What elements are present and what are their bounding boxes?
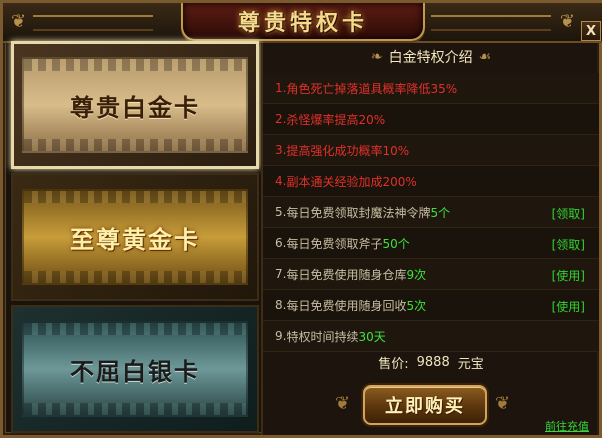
card-gold-label: 至尊黄金卡 bbox=[70, 224, 200, 254]
benefit-text: 提高强化成功概率10% bbox=[286, 143, 410, 158]
title-ornament-left bbox=[33, 15, 153, 31]
title-ornament-right bbox=[431, 15, 551, 31]
card-gold-face: 至尊黄金卡 bbox=[22, 189, 248, 285]
benefit-list: 1. 角色死亡掉落道具概率降低35% 2. 杀怪爆率提高20% 3. 提高强化成… bbox=[263, 73, 599, 352]
benefit-number: 2. bbox=[275, 112, 287, 126]
benefit-text: 副本通关经验加成200% bbox=[286, 174, 417, 189]
list-item: 9. 特权时间持续 30天 bbox=[263, 321, 599, 352]
benefit-number: 8. bbox=[275, 298, 287, 312]
benefit-text: 每日免费使用随身回收 bbox=[286, 298, 407, 313]
price-label: 售价: bbox=[378, 356, 409, 372]
benefit-value: 9次 bbox=[406, 267, 427, 282]
benefit-number: 1. bbox=[275, 81, 287, 95]
benefit-number: 3. bbox=[275, 143, 287, 157]
price-amount: 9888 bbox=[416, 354, 450, 370]
benefit-value: 5个 bbox=[430, 205, 451, 220]
close-button[interactable]: X bbox=[581, 21, 601, 41]
title-bar: ❦ 尊贵特权卡 ❦ X bbox=[3, 3, 602, 43]
benefit-number: 6. bbox=[275, 236, 287, 250]
use-button[interactable]: [使用] bbox=[552, 267, 585, 284]
benefit-text: 杀怪爆率提高20% bbox=[286, 112, 386, 127]
close-icon: X bbox=[585, 23, 597, 39]
benefit-value: 5次 bbox=[406, 298, 427, 313]
benefit-value: 30天 bbox=[358, 329, 386, 344]
price-row: 售价: 9888 元宝 bbox=[263, 349, 599, 375]
benefit-text: 每日免费领取斧子 bbox=[286, 236, 383, 251]
panel-title: 白金特权介绍 bbox=[388, 50, 473, 66]
list-item: 6. 每日免费领取斧子 50个 [领取] bbox=[263, 228, 599, 259]
benefit-number: 7. bbox=[275, 267, 287, 281]
benefit-number: 9. bbox=[275, 329, 287, 343]
card-platinum-label: 尊贵白金卡 bbox=[70, 92, 200, 122]
use-button[interactable]: [使用] bbox=[552, 298, 585, 315]
card-silver[interactable]: 不屈白银卡 bbox=[11, 305, 259, 433]
recharge-link[interactable]: 前往充值 bbox=[545, 418, 589, 434]
window-title: 尊贵特权卡 bbox=[237, 10, 368, 36]
benefit-text: 每日免费领取封魔法神令牌 bbox=[286, 205, 431, 220]
card-list: 尊贵白金卡 至尊黄金卡 不屈白银卡 bbox=[11, 41, 259, 435]
list-item: 1. 角色死亡掉落道具概率降低35% bbox=[263, 73, 599, 104]
claim-button[interactable]: [领取] bbox=[552, 205, 585, 222]
ornament-right-icon: ❦ bbox=[559, 11, 575, 32]
benefit-text: 特权时间持续 bbox=[286, 329, 359, 344]
claim-button[interactable]: [领取] bbox=[552, 236, 585, 253]
benefit-panel: ❧ 白金特权介绍 ☙ 1. 角色死亡掉落道具概率降低35% 2. 杀怪爆率提高2… bbox=[261, 43, 599, 435]
list-item: 8. 每日免费使用随身回收 5次 [使用] bbox=[263, 290, 599, 321]
privilege-card-window: ❦ 尊贵特权卡 ❦ X 尊贵白金卡 至尊黄金卡 不屈白银卡 ❧ 白金特权介绍 ☙… bbox=[0, 0, 602, 438]
list-item: 3. 提高强化成功概率10% bbox=[263, 135, 599, 166]
title-plate: 尊贵特权卡 bbox=[181, 3, 425, 41]
buy-now-button[interactable]: 立即购买 bbox=[363, 385, 487, 425]
buy-wing-left-icon: ❦ bbox=[335, 393, 351, 414]
card-silver-label: 不屈白银卡 bbox=[70, 356, 200, 386]
card-silver-face: 不屈白银卡 bbox=[22, 321, 248, 417]
list-item: 5. 每日免费领取封魔法神令牌 5个 [领取] bbox=[263, 197, 599, 228]
card-platinum[interactable]: 尊贵白金卡 bbox=[11, 41, 259, 169]
wing-right-icon: ☙ bbox=[478, 49, 492, 65]
benefit-number: 5. bbox=[275, 205, 287, 219]
list-item: 7. 每日免费使用随身仓库 9次 [使用] bbox=[263, 259, 599, 290]
price-unit: 元宝 bbox=[457, 356, 484, 372]
list-item: 4. 副本通关经验加成200% bbox=[263, 166, 599, 197]
benefit-number: 4. bbox=[275, 174, 287, 188]
wing-left-icon: ❧ bbox=[370, 49, 383, 65]
panel-header: ❧ 白金特权介绍 ☙ bbox=[263, 43, 599, 71]
ornament-left-icon: ❦ bbox=[11, 11, 27, 32]
benefit-text: 每日免费使用随身仓库 bbox=[286, 267, 407, 282]
card-platinum-face: 尊贵白金卡 bbox=[22, 57, 248, 153]
benefit-value: 50个 bbox=[382, 236, 410, 251]
card-gold[interactable]: 至尊黄金卡 bbox=[11, 173, 259, 301]
list-item: 2. 杀怪爆率提高20% bbox=[263, 104, 599, 135]
buy-wing-right-icon: ❦ bbox=[495, 393, 511, 414]
buy-now-label: 立即购买 bbox=[385, 396, 465, 417]
benefit-text: 角色死亡掉落道具概率降低35% bbox=[286, 81, 458, 96]
